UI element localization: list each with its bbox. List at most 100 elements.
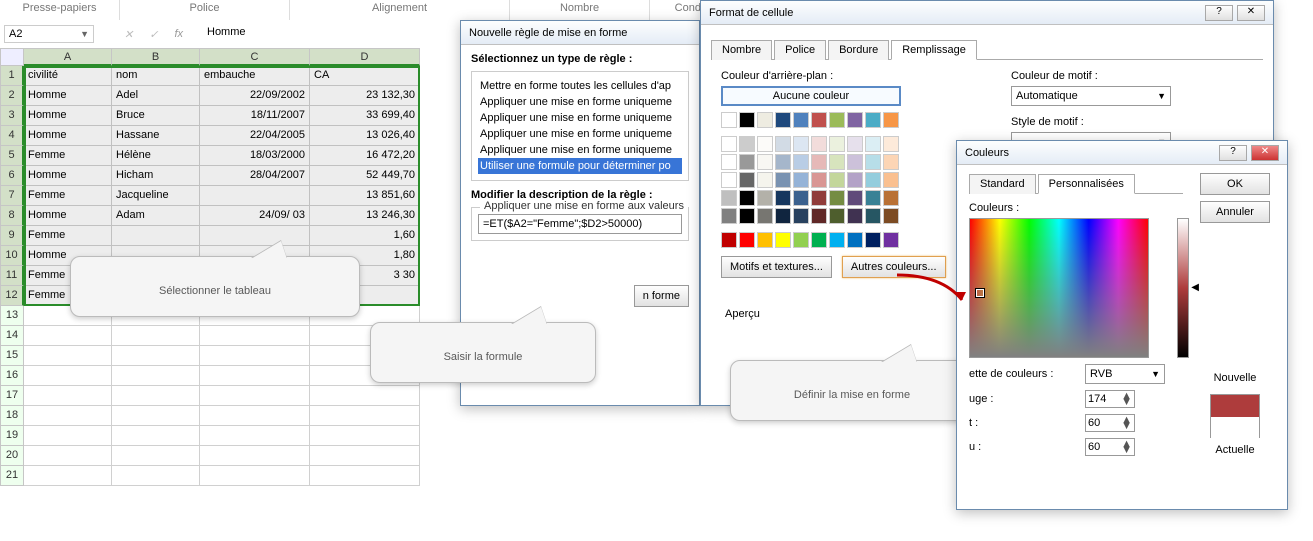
cell[interactable]: Homme	[24, 126, 112, 146]
color-swatch[interactable]	[865, 190, 881, 206]
tab-fill[interactable]: Remplissage	[891, 40, 977, 60]
column-header-d[interactable]: D	[310, 48, 420, 66]
tab-number[interactable]: Nombre	[711, 40, 772, 60]
color-swatch[interactable]	[793, 136, 809, 152]
color-swatch[interactable]	[721, 112, 737, 128]
color-swatch[interactable]	[757, 154, 773, 170]
color-swatch[interactable]	[829, 232, 845, 248]
cancel-button[interactable]: Annuler	[1200, 201, 1270, 223]
cell[interactable]	[24, 326, 112, 346]
accept-formula-icon[interactable]: ✓	[149, 28, 158, 41]
color-swatch[interactable]	[883, 112, 899, 128]
color-swatch[interactable]	[721, 208, 737, 224]
color-swatch[interactable]	[883, 190, 899, 206]
color-swatch[interactable]	[757, 172, 773, 188]
color-swatch[interactable]	[847, 190, 863, 206]
color-swatch[interactable]	[847, 232, 863, 248]
color-swatch[interactable]	[775, 136, 791, 152]
color-swatch[interactable]	[721, 136, 737, 152]
cell[interactable]	[200, 466, 310, 486]
color-swatch[interactable]	[739, 112, 755, 128]
color-swatch[interactable]	[739, 154, 755, 170]
rule-type-list[interactable]: Mettre en forme toutes les cellules d'ap…	[471, 71, 689, 181]
color-swatch[interactable]	[829, 172, 845, 188]
color-swatch[interactable]	[793, 154, 809, 170]
color-swatch[interactable]	[811, 232, 827, 248]
column-header-c[interactable]: C	[200, 48, 310, 66]
tab-border[interactable]: Bordure	[828, 40, 889, 60]
color-swatch[interactable]	[757, 190, 773, 206]
color-swatch[interactable]	[865, 232, 881, 248]
rule-type-item[interactable]: Appliquer une mise en forme uniqueme	[478, 110, 682, 126]
cell[interactable]: 13 851,60	[310, 186, 420, 206]
rule-type-item-selected[interactable]: Utiliser une formule pour déterminer po	[478, 158, 682, 174]
color-swatch[interactable]	[721, 172, 737, 188]
cell[interactable]: Adel	[112, 86, 200, 106]
row-header[interactable]: 12	[0, 286, 24, 306]
cell[interactable]	[200, 346, 310, 366]
theme-color-grid[interactable]	[721, 136, 981, 224]
color-swatch[interactable]	[721, 232, 737, 248]
color-swatch[interactable]	[829, 208, 845, 224]
color-swatch[interactable]	[865, 172, 881, 188]
tab-font[interactable]: Police	[774, 40, 826, 60]
row-header[interactable]: 11	[0, 266, 24, 286]
cell[interactable]: civilité	[24, 66, 112, 86]
color-swatch[interactable]	[775, 112, 791, 128]
cell[interactable]: 1,60	[310, 226, 420, 246]
row-header[interactable]: 20	[0, 446, 24, 466]
row-header[interactable]: 21	[0, 466, 24, 486]
row-header[interactable]: 2	[0, 86, 24, 106]
rule-type-item[interactable]: Appliquer une mise en forme uniqueme	[478, 94, 682, 110]
cell[interactable]	[112, 326, 200, 346]
color-swatch[interactable]	[865, 112, 881, 128]
help-icon[interactable]: ?	[1205, 5, 1233, 21]
row-header[interactable]: 9	[0, 226, 24, 246]
cell[interactable]	[24, 386, 112, 406]
color-swatch[interactable]	[757, 232, 773, 248]
cell[interactable]: 24/09/ 03	[200, 206, 310, 226]
cell[interactable]: Hassane	[112, 126, 200, 146]
color-swatch[interactable]	[811, 136, 827, 152]
luminosity-slider[interactable]	[1177, 218, 1189, 358]
color-swatch[interactable]	[829, 154, 845, 170]
color-swatch[interactable]	[847, 154, 863, 170]
row-header[interactable]: 6	[0, 166, 24, 186]
cell[interactable]: 52 449,70	[310, 166, 420, 186]
color-swatch[interactable]	[721, 154, 737, 170]
color-swatch[interactable]	[793, 112, 809, 128]
row-header[interactable]: 15	[0, 346, 24, 366]
color-swatch[interactable]	[883, 136, 899, 152]
color-swatch[interactable]	[829, 136, 845, 152]
cell[interactable]: embauche	[200, 66, 310, 86]
color-swatch[interactable]	[865, 136, 881, 152]
cell[interactable]	[200, 406, 310, 426]
standard-color-row[interactable]	[721, 232, 981, 248]
cell[interactable]	[200, 186, 310, 206]
cell[interactable]: Bruce	[112, 106, 200, 126]
color-swatch[interactable]	[811, 208, 827, 224]
name-box[interactable]: A2 ▼	[4, 25, 94, 43]
cell[interactable]: Femme	[24, 186, 112, 206]
blue-spinner[interactable]: 60▲▼	[1085, 438, 1135, 456]
cell[interactable]	[200, 386, 310, 406]
cell[interactable]	[200, 446, 310, 466]
row-header[interactable]: 13	[0, 306, 24, 326]
row-header[interactable]: 10	[0, 246, 24, 266]
cell[interactable]: Adam	[112, 206, 200, 226]
color-swatch[interactable]	[757, 112, 773, 128]
cell[interactable]	[24, 366, 112, 386]
row-header[interactable]: 4	[0, 126, 24, 146]
color-swatch[interactable]	[757, 208, 773, 224]
color-swatch[interactable]	[829, 190, 845, 206]
cell[interactable]	[112, 426, 200, 446]
cell[interactable]	[310, 386, 420, 406]
pattern-color-select[interactable]: Automatique▼	[1011, 86, 1171, 106]
rule-type-item[interactable]: Appliquer une mise en forme uniqueme	[478, 142, 682, 158]
color-swatch[interactable]	[847, 112, 863, 128]
column-header-a[interactable]: A	[24, 48, 112, 66]
cell[interactable]: Homme	[24, 206, 112, 226]
row-header[interactable]: 16	[0, 366, 24, 386]
color-swatch[interactable]	[865, 208, 881, 224]
row-header[interactable]: 7	[0, 186, 24, 206]
